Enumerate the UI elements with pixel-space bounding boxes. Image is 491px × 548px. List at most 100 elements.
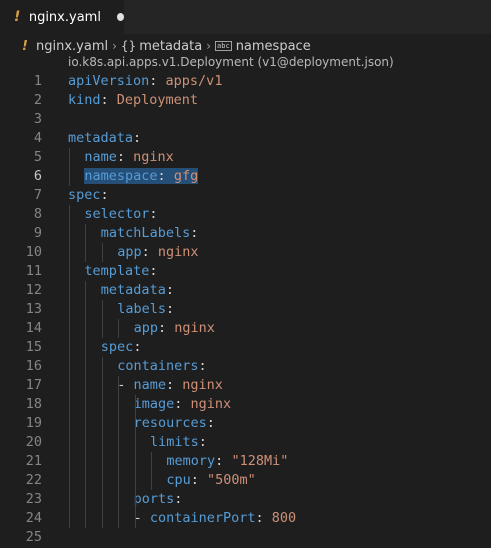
yaml-key: matchLabels [100,225,191,241]
code-text: namespace: gfg [84,167,199,186]
yaml-key: template [84,263,150,279]
code-line[interactable]: 6 namespace: gfg [0,167,491,186]
indent-guide [118,376,120,528]
code-text: selector: [84,205,157,224]
code-line[interactable]: 14 app: nginx [0,319,491,338]
line-number: 9 [33,225,42,241]
yaml-colon: : [149,206,158,222]
code-text: metadata: [68,129,141,148]
yaml-colon: : [157,320,175,336]
code-line[interactable]: 11 template: [0,262,491,281]
line-number: 11 [25,263,42,279]
indent-guide [101,357,103,528]
yaml-colon: : [116,149,134,165]
code-content: selector: [84,206,157,222]
yaml-colon: : [190,472,208,488]
code-line[interactable]: 13 labels: [0,300,491,319]
yaml-exclamation-icon: ! [22,38,28,54]
yaml-colon: : [206,415,215,431]
code-line[interactable]: 4 metadata: [0,129,491,148]
line-number: 14 [25,320,42,336]
yaml-colon: : [149,263,158,279]
code-line[interactable]: 9 matchLabels: [0,224,491,243]
breadcrumb-symbol-metadata[interactable]: metadata [139,39,202,54]
yaml-key: app [133,320,158,336]
schema-hint[interactable]: io.k8s.api.apps.v1.Deployment (v1@deploy… [68,55,394,69]
code-content: ports: [134,491,183,507]
code-content: kind: [68,92,117,108]
code-text: memory: "128Mi" [166,452,288,471]
code-line[interactable]: 10 app: nginx [0,243,491,262]
line-number: 2 [33,92,42,108]
indent-guide [118,319,120,338]
code-text: - containerPort: 800 [134,509,297,528]
yaml-key: apiVersion [68,73,150,89]
line-number: 10 [25,244,42,260]
yaml-key: containerPort [149,510,256,526]
yaml-key: selector [84,206,150,222]
code-text: limits: [150,433,207,452]
code-content: matchLabels: [101,225,199,241]
breadcrumb-file[interactable]: nginx.yaml [36,39,108,54]
yaml-value: nginx [157,244,199,260]
chevron-right-icon: › [206,39,212,53]
line-number: 13 [25,301,42,317]
code-line[interactable]: 5 name: nginx [0,148,491,167]
yaml-colon: : [133,130,142,146]
line-number: 24 [25,510,42,526]
code-line[interactable]: 12 metadata: [0,281,491,300]
tab-title: nginx.yaml [28,9,101,25]
code-line[interactable]: 8 selector: [0,205,491,224]
chevron-right-icon: › [112,39,117,53]
code-line[interactable]: 17 - name: nginx [0,376,491,395]
code-text: metadata: [101,281,174,300]
yaml-colon: : [165,377,183,393]
unsaved-dot-icon[interactable] [116,13,124,21]
code-line[interactable]: 15 spec: [0,338,491,357]
line-number: 22 [25,472,42,488]
code-line[interactable]: 21 memory: "128Mi" [0,452,491,471]
indent-guide [85,281,87,528]
yaml-colon: : [198,358,207,374]
yaml-colon: : [255,510,272,526]
code-text: spec: [101,338,142,357]
code-line[interactable]: 19 resources: [0,414,491,433]
tab-nginx-yaml[interactable]: ! nginx.yaml [0,0,124,34]
code-line[interactable]: 22 cpu: "500m" [0,471,491,490]
code-line[interactable]: 3 [0,110,491,129]
yaml-value: apps/v1 [165,73,223,89]
code-line[interactable]: 24 - containerPort: 800 [0,509,491,528]
code-line[interactable]: 7 spec: [0,186,491,205]
code-line[interactable]: 25 [0,528,491,547]
indent-guide [151,452,152,490]
code-content: metadata: [68,130,141,146]
code-line[interactable]: 18 image: nginx [0,395,491,414]
yaml-colon: : [174,396,191,412]
code-content: app: [117,244,158,260]
code-line[interactable]: 1 apiVersion: apps/v1 [0,72,491,91]
code-line[interactable]: 23 ports: [0,490,491,509]
code-text: kind: Deployment [68,91,198,110]
yaml-key: resources [133,415,207,431]
yaml-value: nginx [182,377,223,393]
code-line[interactable]: 16 containers: [0,357,491,376]
yaml-key: name [84,149,117,165]
yaml-value: "500m" [207,472,256,488]
breadcrumb-symbol-namespace[interactable]: namespace [236,39,311,54]
yaml-colon: : [133,339,142,355]
code-text: app: nginx [117,243,198,262]
code-content: apiVersion: [68,73,166,89]
code-line[interactable]: 20 limits: [0,433,491,452]
indent-guide [101,243,103,262]
line-number: 1 [33,73,42,89]
yaml-colon: : [190,225,199,241]
object-braces-icon: {} [120,39,137,53]
code-content: resources: [134,415,215,431]
code-content: labels: [117,301,174,317]
yaml-colon: : [141,244,158,260]
line-number: 8 [33,206,42,222]
line-number: 19 [25,415,42,431]
indent-guide [69,205,70,528]
selection-highlight: namespace: gfg [84,168,199,184]
code-line[interactable]: 2 kind: Deployment [0,91,491,110]
